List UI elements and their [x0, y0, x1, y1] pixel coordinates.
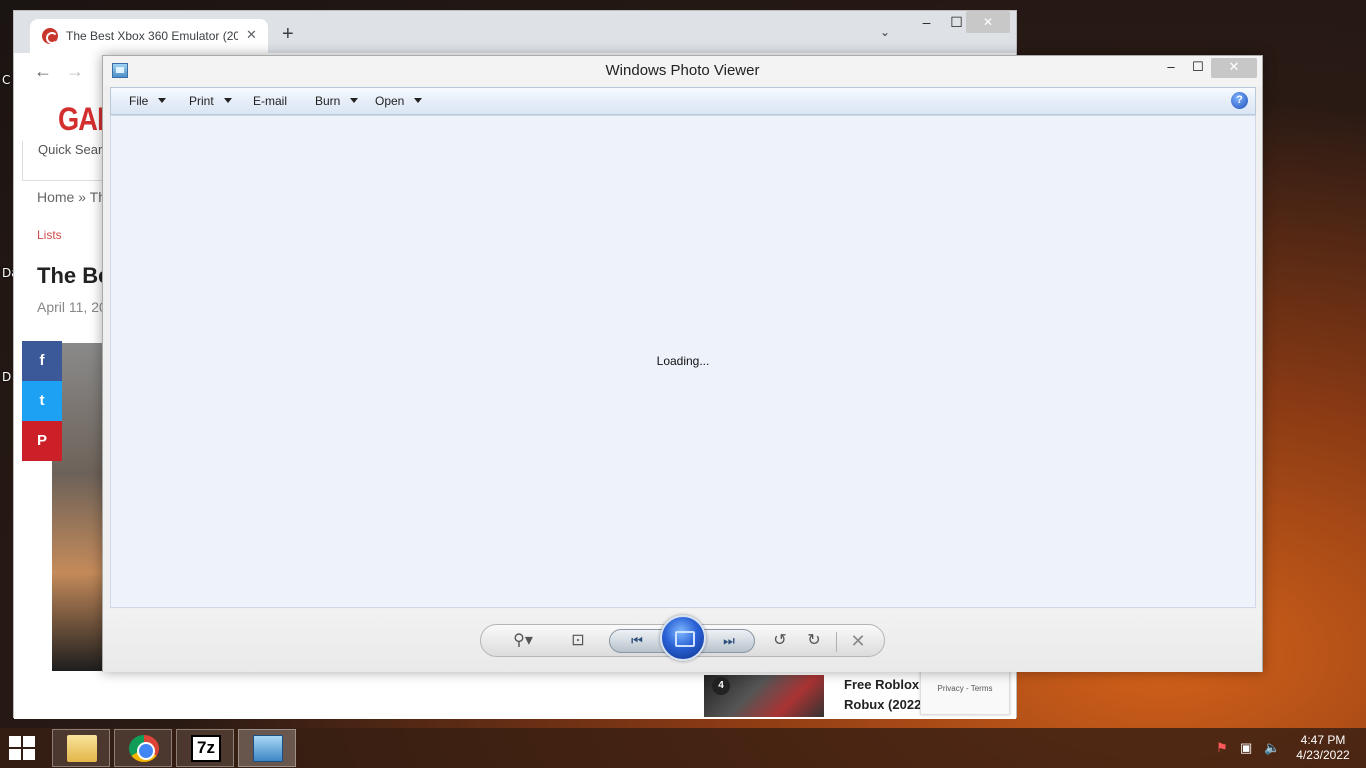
recaptcha-badge[interactable]: Privacy - Terms [920, 671, 1010, 715]
volume-muted-icon[interactable]: 🔈 [1264, 740, 1280, 756]
dropdown-arrow-icon [350, 98, 359, 103]
menu-file-label: File [129, 94, 149, 108]
menu-burn[interactable]: Burn [315, 94, 359, 108]
chrome-icon [129, 735, 159, 762]
facebook-share-icon[interactable]: f [22, 341, 62, 381]
taskbar-chrome[interactable] [114, 729, 172, 767]
photo-viewer-icon [253, 735, 283, 762]
article-headline: The Be [37, 263, 111, 288]
tab-title: The Best Xbox 360 Emulator (2022 [66, 29, 238, 43]
desktop-icon-label[interactable]: C [2, 73, 10, 87]
image-display-area: Loading... [110, 115, 1256, 608]
clock-date: 4/23/2022 [1296, 748, 1350, 762]
actual-size-icon[interactable]: ⊡ [565, 630, 591, 652]
category-link[interactable]: Lists [37, 228, 62, 242]
twitter-share-icon[interactable]: t [22, 381, 62, 421]
start-logo-pane [23, 749, 35, 760]
start-button[interactable] [9, 736, 37, 760]
tab-search-chevron-icon[interactable]: ⌄ [880, 25, 890, 39]
start-logo-pane [9, 736, 21, 747]
controls-pill: ⚲▾ ⊡ ⏮ ⏭ ↺ ↻ ✕ [480, 615, 885, 661]
close-button[interactable]: ✕ [1211, 58, 1257, 78]
forward-arrow-icon[interactable]: → [66, 61, 84, 82]
next-button[interactable]: ⏭ [714, 631, 744, 651]
menu-email-label: E-mail [253, 94, 288, 108]
rotate-clockwise-icon[interactable]: ↻ [801, 630, 827, 652]
loading-status: Loading... [656, 354, 710, 368]
menu-file[interactable]: File [129, 94, 167, 108]
help-icon[interactable]: ? [1231, 92, 1248, 109]
minimize-button[interactable]: – [1157, 58, 1185, 78]
taskbar-7zip[interactable]: 7z [176, 729, 234, 767]
new-tab-button[interactable]: + [282, 24, 294, 44]
site-favicon-icon [42, 28, 58, 44]
zoom-icon[interactable]: ⚲▾ [505, 630, 541, 652]
dropdown-arrow-icon [414, 98, 423, 103]
browser-tab[interactable]: The Best Xbox 360 Emulator (2022 ✕ [30, 19, 268, 53]
delete-icon[interactable]: ✕ [845, 630, 871, 652]
maximize-button[interactable]: ☐ [1184, 58, 1212, 78]
7zip-icon: 7z [191, 735, 221, 762]
title-bar[interactable]: Windows Photo Viewer – ☐ ✕ [103, 56, 1262, 86]
menu-bar: File Print E-mail Burn Open ? [110, 87, 1256, 115]
rotate-counterclockwise-icon[interactable]: ↺ [767, 630, 793, 652]
start-logo-pane [9, 749, 21, 760]
control-bar: ⚲▾ ⊡ ⏮ ⏭ ↺ ↻ ✕ [103, 609, 1262, 672]
thumbnail-number-badge: 4 [712, 677, 730, 695]
menu-print-label: Print [189, 94, 214, 108]
menu-open[interactable]: Open [375, 94, 423, 108]
clock-time: 4:47 PM [1300, 733, 1346, 747]
menu-print[interactable]: Print [189, 94, 232, 108]
dropdown-arrow-icon [158, 98, 167, 103]
desktop-icon-label[interactable]: D [2, 370, 11, 384]
previous-button[interactable]: ⏮ [622, 631, 652, 651]
taskbar: 7z ⚑ ▣ 🔈 4:47 PM 4/23/2022 [0, 728, 1366, 768]
window-title: Windows Photo Viewer [605, 62, 760, 79]
dropdown-arrow-icon [223, 98, 232, 103]
folder-icon [67, 735, 97, 762]
menu-burn-label: Burn [315, 94, 341, 108]
taskbar-file-explorer[interactable] [52, 729, 110, 767]
related-article-thumbnail[interactable]: 4 [704, 675, 824, 717]
pinterest-share-icon[interactable]: P [22, 421, 62, 461]
action-center-flag-icon[interactable]: ⚑ [1216, 740, 1228, 756]
menu-open-label: Open [375, 94, 405, 108]
divider [836, 632, 837, 652]
network-icon[interactable]: ▣ [1240, 740, 1252, 756]
tab-close-icon[interactable]: ✕ [246, 27, 257, 43]
start-logo-pane [23, 736, 35, 747]
taskbar-photo-viewer[interactable] [238, 729, 296, 767]
menu-email[interactable]: E-mail [253, 94, 287, 108]
back-arrow-icon[interactable]: ← [34, 61, 52, 82]
tab-strip: The Best Xbox 360 Emulator (2022 ✕ + ⌄ –… [14, 11, 1016, 53]
photo-viewer-window: Windows Photo Viewer – ☐ ✕ File Print E-… [102, 55, 1263, 672]
system-clock[interactable]: 4:47 PM 4/23/2022 [1292, 733, 1354, 763]
article-date: April 11, 20 [37, 299, 107, 315]
browser-close-button[interactable]: ✕ [966, 11, 1010, 33]
slideshow-button[interactable] [660, 615, 706, 661]
